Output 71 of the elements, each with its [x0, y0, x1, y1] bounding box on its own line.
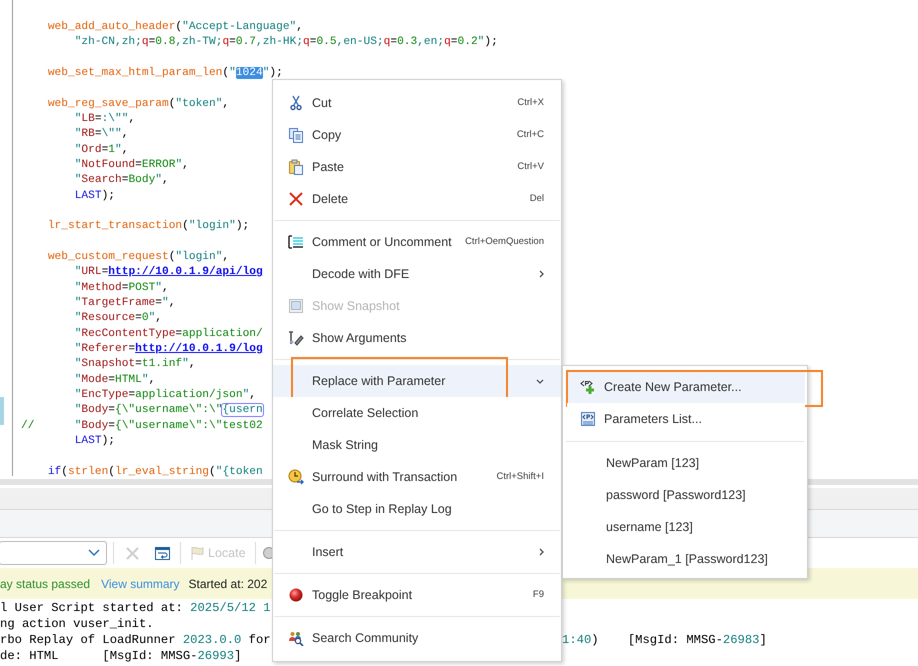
- code-line: "zh-CN,zh;q=0.8,zh-TW;q=0.7,zh-HK;q=0.5,en-US;q=0.3,en;q=0.2");: [74, 35, 498, 50]
- menu-item[interactable]: Show Arguments: [273, 322, 561, 354]
- code-line: web_set_max_html_param_len("1024");: [46, 66, 283, 81]
- menu-item[interactable]: Cut Ctrl+X: [273, 87, 561, 119]
- menu-item[interactable]: Paste Ctrl+V: [273, 151, 561, 183]
- menu-item[interactable]: Mask String: [273, 429, 561, 461]
- close-icon: [126, 546, 138, 560]
- code-line: "LB=:\"",: [74, 112, 136, 127]
- menu-item[interactable]: Copy Ctrl+C: [273, 119, 561, 151]
- people-search-icon: [288, 630, 304, 646]
- menu-item[interactable]: Surround with Transaction Ctrl+Shift+I: [273, 461, 561, 493]
- flag-icon: [190, 546, 204, 560]
- code-line: "Resource=0",: [74, 311, 162, 326]
- comment-lines-icon: [288, 234, 304, 250]
- code-line: lr_start_transaction("login");: [46, 218, 250, 234]
- code-line: "TargetFrame=",: [74, 296, 176, 311]
- menu-item[interactable]: Toggle Breakpoint F9: [273, 579, 561, 611]
- chevron-down-icon: [536, 378, 544, 384]
- param-add-icon: [580, 379, 596, 395]
- log-line: rbo Replay of LoadRunner 2023.0.0 for: [0, 633, 271, 647]
- code-line: "RecContentType=application/: [74, 326, 263, 342]
- tools-icon: [288, 330, 304, 346]
- wrap-button[interactable]: [153, 544, 171, 562]
- parameter-list-icon: [580, 411, 596, 427]
- snapshot-icon: [288, 298, 304, 314]
- code-line: // "Body={\"username\":\"test02: [21, 418, 263, 434]
- menu-item[interactable]: Correlate Selection: [273, 397, 561, 429]
- menu-item[interactable]: Create New Parameter...: [567, 371, 805, 403]
- clipboard-icon: [288, 159, 304, 175]
- code-line: web_add_auto_header("Accept-Language",: [46, 20, 303, 35]
- menu-item[interactable]: Search Community: [273, 622, 561, 654]
- log-line: l User Script started at: 2025/5/12 1: [0, 601, 271, 615]
- log-line: de: HTML [MsgId: MMSG-26993]: [0, 649, 242, 663]
- menu-item[interactable]: Decode with DFE: [273, 258, 561, 290]
- code-line: web_custom_request("login",: [46, 250, 230, 265]
- code-line: LAST);: [74, 188, 115, 204]
- wrap-text-icon: [154, 546, 170, 560]
- code-line: web_reg_save_param("token",: [46, 96, 230, 112]
- change-marker: [0, 397, 4, 425]
- menu-item[interactable]: Delete Del: [273, 183, 561, 215]
- replay-status: ay status passed: [0, 576, 90, 592]
- log-line: ng action vuser_init.: [0, 617, 154, 631]
- code-line: "Referer=http://10.0.1.9/log: [74, 342, 263, 357]
- code-line: "Mode=HTML",: [74, 372, 156, 388]
- log-line: 1:40) [MsgId: MMSG-26983]: [562, 632, 767, 648]
- code-line: "Search=Body",: [74, 173, 169, 188]
- code-line: "Method=POST",: [74, 280, 169, 296]
- code-line: "Snapshot=t1.inf",: [74, 357, 196, 372]
- scissors-icon: [288, 95, 304, 111]
- code-line: "NotFound=ERROR",: [74, 158, 189, 173]
- menu-item[interactable]: Insert: [273, 536, 561, 568]
- code-line: LAST);: [74, 434, 115, 449]
- clock-icon: [288, 469, 304, 485]
- delete-icon: [288, 191, 304, 207]
- chevron-down-icon: [88, 549, 100, 557]
- copy-icon: [288, 127, 304, 143]
- start-time: Started at: 202: [188, 576, 268, 592]
- code-line: "URL=http://10.0.1.9/api/log: [74, 265, 263, 280]
- menu-item[interactable]: Replace with Parameter: [273, 365, 561, 397]
- breakpoint-icon: [288, 587, 304, 603]
- chevron-right-icon: [539, 548, 544, 556]
- code-line: if(strlen(lr_eval_string("{token: [46, 464, 263, 480]
- menu-item[interactable]: Go to Step in Replay Log: [273, 493, 561, 525]
- code-line: "Body={\"username\":\"{usern: [74, 403, 263, 418]
- clear-button[interactable]: [123, 544, 141, 562]
- code-line: "RB=\"",: [74, 127, 128, 142]
- chevron-right-icon: [539, 270, 544, 278]
- code-line: "EncType=application/json",: [74, 388, 256, 403]
- code-line: "Ord=1",: [74, 142, 128, 158]
- menu-item[interactable]: Comment or Uncomment Ctrl+OemQuestion: [273, 226, 561, 258]
- dropdown-field[interactable]: [0, 541, 107, 565]
